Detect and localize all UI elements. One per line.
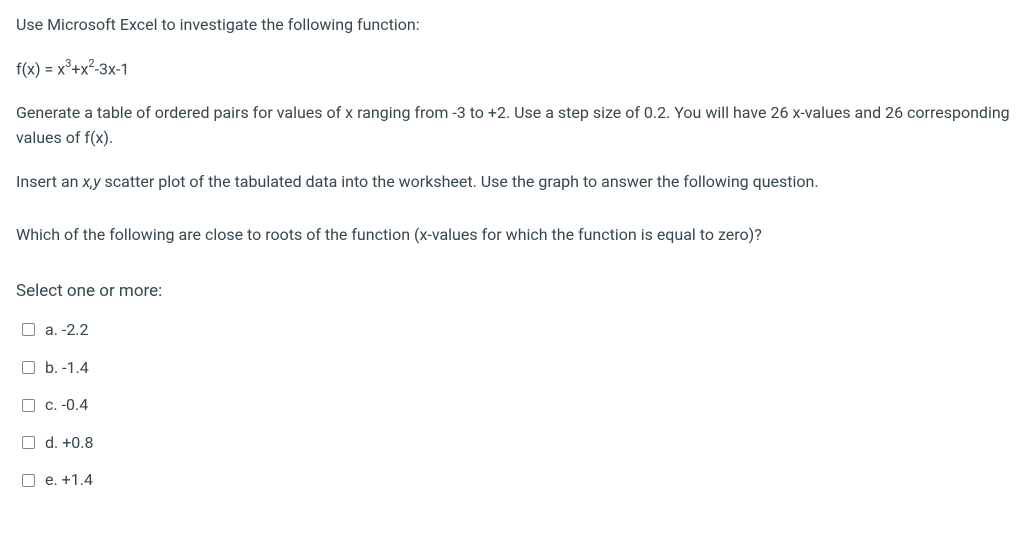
- option-label: a. -2.2: [45, 317, 89, 343]
- option-label: b. -1.4: [45, 355, 89, 381]
- checkbox-icon[interactable]: [22, 399, 35, 412]
- checkbox-icon[interactable]: [22, 323, 35, 336]
- option-label: d. +0.8: [45, 430, 94, 456]
- checkbox-icon[interactable]: [22, 361, 35, 374]
- option-label: c. -0.4: [45, 392, 88, 418]
- question-paragraph: Which of the following are close to root…: [16, 222, 1019, 248]
- plot-prefix: Insert an: [16, 172, 82, 191]
- checkbox-icon[interactable]: [22, 436, 35, 449]
- option-c[interactable]: c. -0.4: [16, 388, 1019, 422]
- options-list: a. -2.2 b. -1.4 c. -0.4 d. +0.8 e. +1.4: [16, 313, 1019, 501]
- formula-rhs: -3x-1: [95, 59, 130, 78]
- formula-lhs: f(x) = x: [16, 59, 65, 78]
- plot-instruction-paragraph: Insert an x,y scatter plot of the tabula…: [16, 169, 1019, 195]
- plot-italic: x,y: [82, 172, 100, 191]
- formula-exp1: 3: [65, 57, 71, 70]
- formula-exp2: 2: [88, 57, 94, 70]
- formula-mid1: +x: [71, 59, 88, 78]
- option-e[interactable]: e. +1.4: [16, 463, 1019, 497]
- function-formula: f(x) = x3+x2-3x-1: [16, 56, 1019, 82]
- checkbox-icon[interactable]: [22, 474, 35, 487]
- option-d[interactable]: d. +0.8: [16, 426, 1019, 460]
- option-label: e. +1.4: [45, 467, 93, 493]
- option-b[interactable]: b. -1.4: [16, 351, 1019, 385]
- select-prompt: Select one or more:: [16, 278, 1019, 305]
- intro-paragraph: Use Microsoft Excel to investigate the f…: [16, 12, 1019, 38]
- plot-suffix: scatter plot of the tabulated data into …: [101, 172, 819, 191]
- option-a[interactable]: a. -2.2: [16, 313, 1019, 347]
- table-instruction-paragraph: Generate a table of ordered pairs for va…: [16, 100, 1019, 151]
